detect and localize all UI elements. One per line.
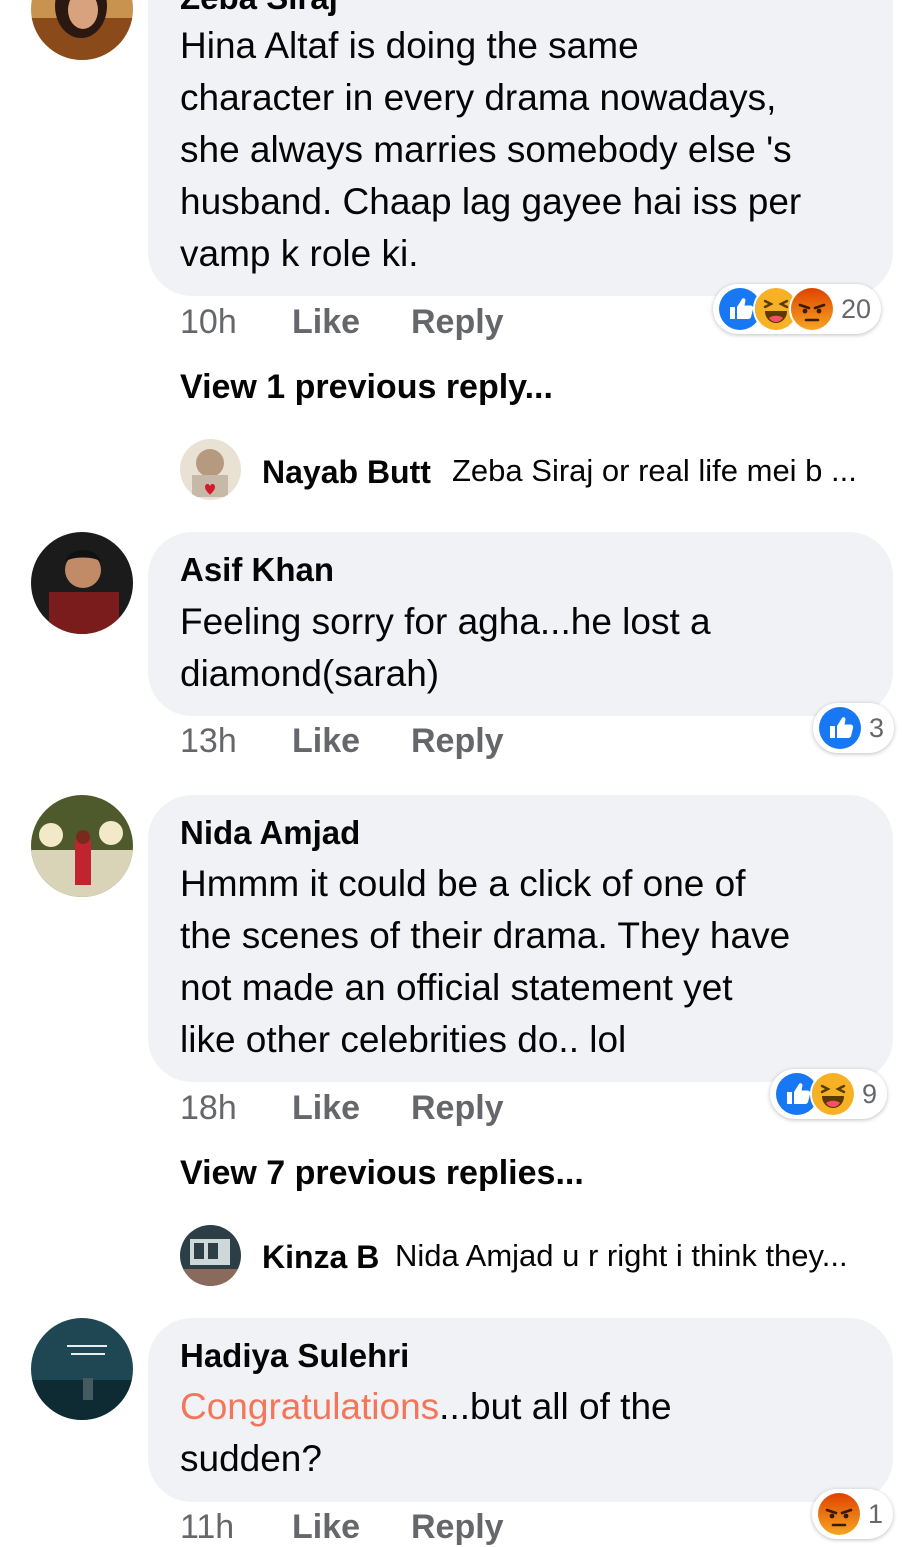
comment-author[interactable]: Hadiya Sulehri <box>180 1336 409 1376</box>
comment-text: Hina Altaf is doing the same character i… <box>180 25 802 274</box>
avatar[interactable] <box>180 1225 241 1286</box>
reply-text[interactable]: Zeba Siraj or real life mei b ... <box>452 451 857 491</box>
like-icon <box>817 705 863 751</box>
reaction-summary[interactable]: 20 <box>713 284 882 334</box>
comment-time[interactable]: 18h <box>180 1088 237 1128</box>
avatar[interactable] <box>31 0 133 60</box>
angry-icon <box>816 1491 862 1537</box>
like-button[interactable]: Like <box>292 1088 360 1128</box>
reaction-count: 1 <box>868 1499 884 1529</box>
reaction-summary[interactable]: 3 <box>813 703 895 753</box>
like-button[interactable]: Like <box>292 721 360 761</box>
comment-author[interactable]: Asif Khan <box>180 550 334 590</box>
reaction-summary[interactable]: 9 <box>770 1069 888 1119</box>
comment-text: Feeling sorry for agha...he lost a diamo… <box>180 601 711 694</box>
avatar[interactable] <box>31 1318 133 1420</box>
comment-text: Congratulations...but all of the sudden? <box>180 1386 672 1479</box>
comment-author[interactable]: Zeba Siraj <box>180 0 338 18</box>
reply-text[interactable]: Nida Amjad u r right i think they... <box>395 1236 848 1276</box>
reply-button[interactable]: Reply <box>411 302 504 342</box>
avatar[interactable] <box>31 795 133 897</box>
haha-icon <box>810 1071 856 1117</box>
comment-text: Hmmm it could be a click of one of the s… <box>180 863 791 1060</box>
comment-time[interactable]: 10h <box>180 302 237 342</box>
reply-button[interactable]: Reply <box>411 1088 504 1128</box>
reaction-count: 20 <box>841 294 872 324</box>
like-button[interactable]: Like <box>292 1507 360 1547</box>
comment-author[interactable]: Nida Amjad <box>180 813 360 853</box>
reaction-summary[interactable]: 1 <box>812 1489 894 1539</box>
comment-time[interactable]: 11h <box>180 1507 234 1547</box>
reply-button[interactable]: Reply <box>411 721 504 761</box>
reply-author[interactable]: Nayab Butt <box>262 452 431 492</box>
reaction-count: 3 <box>869 713 885 743</box>
reply-button[interactable]: Reply <box>411 1507 504 1547</box>
angry-icon <box>789 286 835 332</box>
view-previous-replies[interactable]: View 1 previous reply... <box>180 367 553 407</box>
highlighted-word[interactable]: Congratulations <box>180 1386 439 1427</box>
reply-author[interactable]: Kinza B <box>262 1237 379 1277</box>
like-button[interactable]: Like <box>292 302 360 342</box>
avatar[interactable] <box>31 532 133 634</box>
avatar[interactable] <box>180 439 241 500</box>
reaction-count: 9 <box>862 1079 878 1109</box>
comment-time[interactable]: 13h <box>180 721 237 761</box>
view-previous-replies[interactable]: View 7 previous replies... <box>180 1153 584 1193</box>
